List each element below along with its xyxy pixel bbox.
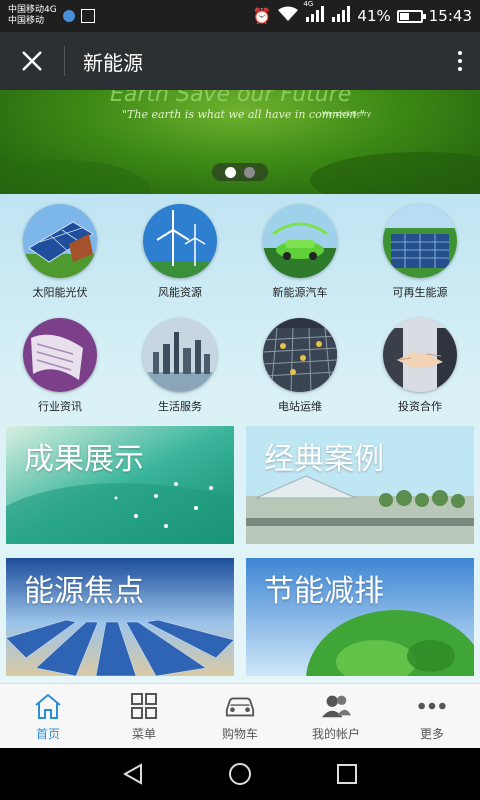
system-navigation <box>0 748 480 800</box>
wifi-icon <box>277 6 299 26</box>
category-station-ops[interactable]: 电站运维 <box>240 318 360 414</box>
nav-more[interactable]: 更多 <box>384 684 480 748</box>
nav-label: 购物车 <box>221 726 258 741</box>
battery-icon <box>396 9 426 23</box>
nav-label: 菜单 <box>131 726 156 741</box>
tile-achievements[interactable]: 成果展示 <box>6 426 234 544</box>
category-label: 风能资源 <box>158 286 202 299</box>
category-ev[interactable]: 新能源汽车 <box>240 204 360 300</box>
category-life-service[interactable]: 生活服务 <box>120 318 240 414</box>
carrier-2: 中国移动 <box>8 16 45 26</box>
page-title: 新能源 <box>83 50 143 75</box>
menu-grid-icon <box>128 691 160 721</box>
wind-turbine-image <box>143 204 217 278</box>
category-renewable[interactable]: 可再生能源 <box>360 204 480 300</box>
category-label: 电站运维 <box>278 400 322 413</box>
home-circle-icon[interactable] <box>226 760 254 788</box>
banner-author: Wendell Berry <box>322 110 372 118</box>
recents-icon[interactable] <box>333 760 361 788</box>
category-label: 投资合作 <box>398 400 442 413</box>
handshake-image <box>383 318 457 392</box>
carrier-1: 中国移动4G <box>8 5 57 15</box>
tile-title: 节能减排 <box>264 574 384 609</box>
more-dots-icon <box>416 691 448 721</box>
power-station-image <box>263 318 337 392</box>
network-type: 4G <box>303 0 314 8</box>
tile-title: 成果展示 <box>24 442 144 477</box>
category-industry-news[interactable]: 行业资讯 <box>0 318 120 414</box>
category-label: 可再生能源 <box>392 286 448 299</box>
status-bar: 中国移动4G 中国移动 ⏰ 4G 41% 15:43 <box>0 0 480 32</box>
signal-icon: 4G <box>303 0 325 26</box>
nav-menu[interactable]: 菜单 <box>96 684 192 748</box>
tile-energy-focus[interactable]: 能源焦点 <box>6 558 234 676</box>
battery-level <box>399 12 409 20</box>
more-options-button[interactable] <box>440 32 480 90</box>
clock: 15:43 <box>428 7 472 25</box>
nav-label: 我的帐户 <box>311 726 360 741</box>
category-wind[interactable]: 风能资源 <box>120 204 240 300</box>
app-notification-icon <box>62 10 75 22</box>
nav-label: 首页 <box>35 726 60 741</box>
category-row-2: 行业资讯 生活服务 电站运维 投资合作 <box>0 318 480 414</box>
nav-cart[interactable]: 购物车 <box>192 684 288 748</box>
signal-2-icon <box>331 6 351 26</box>
tile-classic-cases[interactable]: 经典案例 <box>246 426 474 544</box>
title-divider <box>64 46 65 76</box>
solar-panel-image <box>23 204 97 278</box>
tile-title: 能源焦点 <box>24 574 144 609</box>
bottom-navigation: 首页 菜单 购物车 我的帐户 更多 <box>0 683 480 748</box>
category-label: 行业资讯 <box>38 400 82 413</box>
close-icon <box>22 51 42 71</box>
banner-headline: Earth Save our Future <box>110 90 352 107</box>
category-row-1: 太阳能光伏 风能资源 新能源汽车 可再生能源 <box>0 204 480 300</box>
green-car-image <box>263 204 337 278</box>
tile-energy-saving[interactable]: 节能减排 <box>246 558 474 676</box>
category-label: 太阳能光伏 <box>32 286 88 299</box>
image-notification-icon <box>80 9 95 23</box>
home-icon <box>32 691 64 721</box>
account-icon <box>320 691 352 721</box>
category-investment[interactable]: 投资合作 <box>360 318 480 414</box>
carousel-indicator <box>212 163 268 181</box>
back-icon[interactable] <box>119 760 147 788</box>
solar-field-image <box>383 204 457 278</box>
battery-percent: 41% <box>357 7 391 25</box>
carousel-dot-2[interactable] <box>244 166 255 178</box>
close-button[interactable] <box>0 32 64 90</box>
alarm-icon: ⏰ <box>252 7 272 25</box>
city-skyline-image <box>143 318 217 392</box>
category-label: 新能源汽车 <box>272 286 328 299</box>
app-bar: 新能源 <box>0 32 480 90</box>
more-vertical-icon <box>458 51 462 55</box>
nav-home[interactable]: 首页 <box>0 684 96 748</box>
tile-title: 经典案例 <box>264 442 384 477</box>
nav-label: 更多 <box>419 726 444 741</box>
category-label: 生活服务 <box>158 400 202 413</box>
car-icon <box>224 691 256 721</box>
nav-account[interactable]: 我的帐户 <box>288 684 384 748</box>
main-content: 太阳能光伏 风能资源 新能源汽车 可再生能源 行业资讯 生活服务 电站运维 投资… <box>0 194 480 683</box>
carrier-info: 中国移动4G 中国移动 <box>8 5 57 27</box>
carousel-dot-1[interactable] <box>225 166 236 178</box>
category-solar-pv[interactable]: 太阳能光伏 <box>0 204 120 300</box>
newspaper-image <box>23 318 97 392</box>
